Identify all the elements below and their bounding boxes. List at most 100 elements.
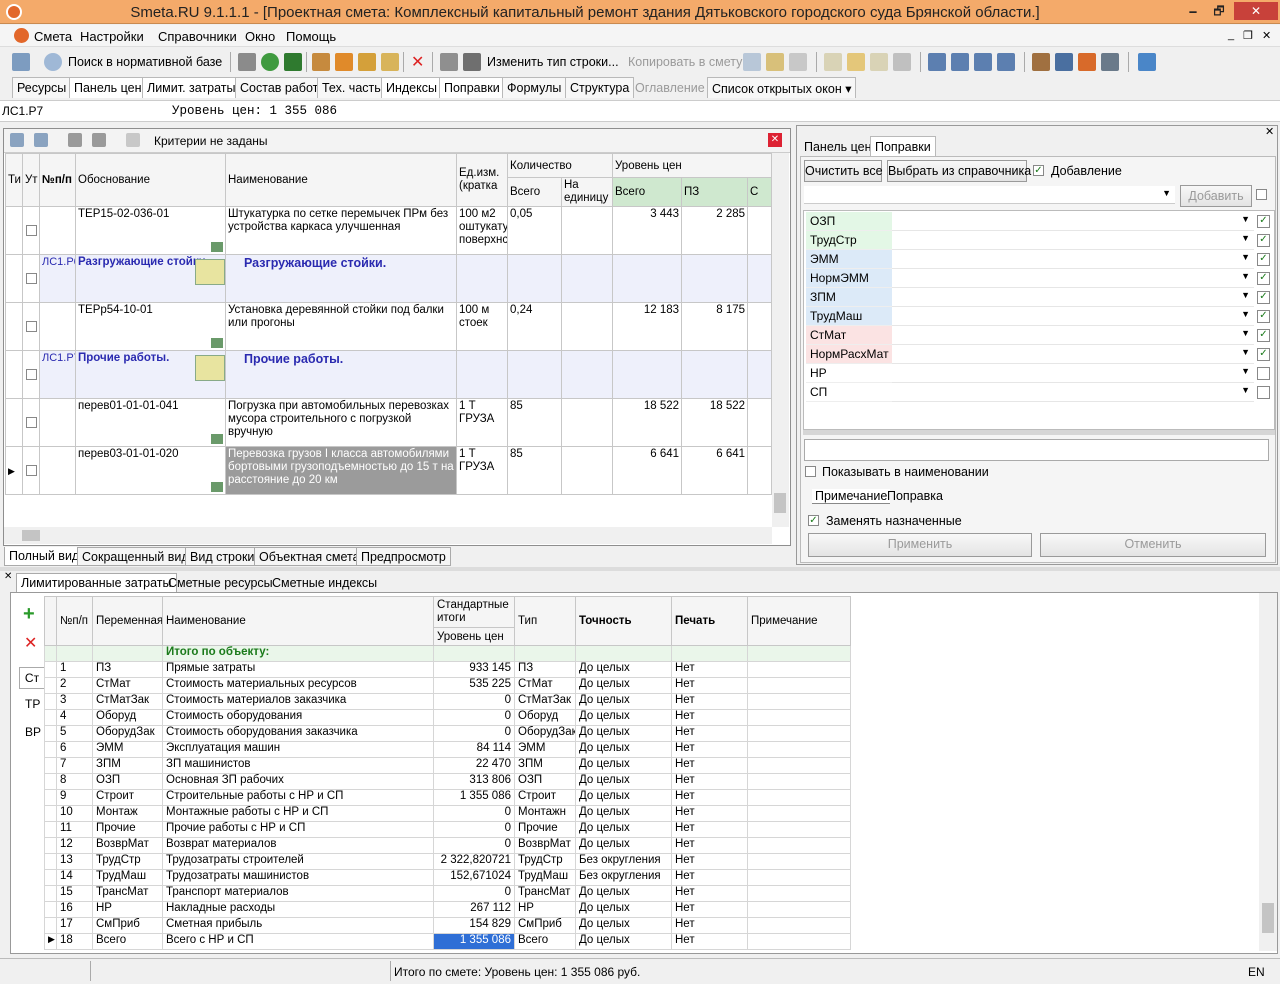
- tab-structure[interactable]: Структура: [565, 77, 635, 98]
- lc-value[interactable]: 535 225: [433, 677, 515, 694]
- correction-checkbox[interactable]: [1257, 272, 1270, 285]
- close-window-icon[interactable]: ✕: [1234, 2, 1278, 20]
- lc-value[interactable]: 2 322,820721: [433, 853, 515, 870]
- col-pz[interactable]: ПЗ: [681, 177, 749, 207]
- tab-formulas[interactable]: Формулы: [502, 77, 567, 98]
- section-row[interactable]: ЛС1.Р6Разгружающие стойки.Разгружающие с…: [5, 254, 773, 303]
- limited-cost-row[interactable]: 5 ОборудЗак Стоимость оборудования заказчи…: [44, 725, 851, 742]
- limited-cost-row[interactable]: 4 Оборуд Стоимость оборудования 0 Оборуд До ц…: [44, 709, 851, 726]
- limited-cost-row[interactable]: 2 СтМат Стоимость материальных ресурсов 535…: [44, 677, 851, 694]
- row-checkbox[interactable]: [25, 368, 37, 380]
- correction-value-select[interactable]: ▼: [892, 231, 1254, 250]
- tree-icon[interactable]: [12, 53, 30, 71]
- bottom-vscrollbar[interactable]: [1259, 593, 1277, 951]
- correction-checkbox[interactable]: [1257, 329, 1270, 342]
- filter-icon[interactable]: [126, 133, 140, 147]
- move-up-icon[interactable]: [68, 133, 82, 147]
- lc-value[interactable]: 84 114: [433, 741, 515, 758]
- limited-cost-row[interactable]: 13 ТрудСтр Трудозатраты строителей 2 322,82…: [44, 853, 851, 870]
- tool-icon-1[interactable]: [312, 53, 330, 71]
- limited-cost-row[interactable]: 1 ПЗ Прямые затраты 933 145 ПЗ До целых Нет: [44, 661, 851, 678]
- bottom-tab-resources[interactable]: Сметные ресурсы: [164, 574, 277, 593]
- mdi-close-icon[interactable]: ✕: [1262, 29, 1271, 42]
- indent-icon-2[interactable]: [951, 53, 969, 71]
- correction-checkbox[interactable]: [1257, 348, 1270, 361]
- correction-checkbox[interactable]: [1257, 215, 1270, 228]
- change-row-type-button[interactable]: Изменить тип строки...: [487, 55, 619, 69]
- lc-value[interactable]: 22 470: [433, 757, 515, 774]
- lc-value[interactable]: 0: [433, 709, 515, 726]
- col-level[interactable]: Уровень цен: [612, 153, 773, 178]
- copy-icon[interactable]: [743, 53, 761, 71]
- section-row[interactable]: ЛС1.Р7Прочие работы.Прочие работы.: [5, 350, 773, 399]
- horizontal-scrollbar[interactable]: [4, 527, 772, 544]
- hammer-icon[interactable]: [1032, 53, 1050, 71]
- correction-checkbox[interactable]: [1257, 386, 1270, 399]
- lc-col-type[interactable]: Тип: [514, 596, 576, 646]
- lc-col-note[interactable]: Примечание: [747, 596, 851, 646]
- limited-cost-row[interactable]: 6 ЭММ Эксплуатация машин 84 114 ЭММ До целых Н…: [44, 741, 851, 758]
- add-row-icon[interactable]: +: [23, 603, 35, 626]
- lc-col-print[interactable]: Печать: [671, 596, 748, 646]
- paste-icon[interactable]: [766, 53, 784, 71]
- tab-tech-part[interactable]: Тех. часть: [317, 77, 386, 98]
- limited-cost-row[interactable]: 14 ТрудМаш Трудозатраты машинистов 152,6710…: [44, 869, 851, 886]
- group-row[interactable]: Итого по объекту:: [44, 645, 851, 662]
- tab-indexes[interactable]: Индексы: [381, 77, 442, 98]
- correction-checkbox[interactable]: [1257, 253, 1270, 266]
- row-checkbox[interactable]: [25, 272, 37, 284]
- refresh-icon[interactable]: [261, 53, 279, 71]
- tab-note[interactable]: Примечание: [812, 489, 891, 504]
- side-tab-st[interactable]: Ст: [19, 667, 45, 689]
- clear-all-button[interactable]: Очистить все: [804, 160, 883, 182]
- correction-select[interactable]: ▼: [804, 186, 1175, 204]
- addition-checkbox[interactable]: [1033, 165, 1044, 176]
- estimate-row[interactable]: ТЕРр54-10-01 Установка деревянной стойки …: [5, 302, 773, 351]
- row-checkbox[interactable]: [25, 464, 37, 476]
- tool-icon-3[interactable]: [358, 53, 376, 71]
- paste-special-icon[interactable]: [789, 53, 807, 71]
- tab-price-panel[interactable]: Панель цен: [69, 77, 147, 98]
- col-ti[interactable]: Ти: [5, 153, 23, 207]
- corrections-splitter[interactable]: [803, 430, 1275, 435]
- mdi-minimize-icon[interactable]: _: [1228, 29, 1234, 41]
- lc-value[interactable]: 0: [433, 885, 515, 902]
- correction-value-select[interactable]: ▼: [892, 250, 1254, 269]
- note-input[interactable]: [804, 439, 1269, 461]
- delete-row-icon[interactable]: ✕: [24, 633, 37, 653]
- estimate-row[interactable]: перев01-01-01-041 Погрузка при автомобиль…: [5, 398, 773, 447]
- lc-value[interactable]: 0: [433, 693, 515, 710]
- apply-button[interactable]: Применить: [808, 533, 1032, 557]
- truck-icon[interactable]: [1055, 53, 1073, 71]
- bottom-scroll-thumb[interactable]: [1262, 903, 1274, 933]
- minimize-icon[interactable]: 🗕: [1180, 2, 1206, 20]
- col-qty-total[interactable]: Всего: [507, 177, 562, 207]
- p-icon-4[interactable]: [893, 53, 911, 71]
- correction-value-select[interactable]: ▼: [892, 364, 1254, 383]
- col-qty-unit[interactable]: На единицу: [560, 177, 614, 207]
- limited-cost-row[interactable]: 8 ОЗП Основная ЗП рабочих 313 806 ОЗП До целы…: [44, 773, 851, 790]
- limited-cost-row[interactable]: 7 ЗПМ ЗП машинистов 22 470 ЗПМ До целых Нет: [44, 757, 851, 774]
- lc-value[interactable]: 152,671024: [433, 869, 515, 886]
- search-normative-button[interactable]: Поиск в нормативной базе: [68, 55, 222, 69]
- indent-icon-3[interactable]: [974, 53, 992, 71]
- correction-value-select[interactable]: ▼: [892, 307, 1254, 326]
- bottom-tab-indexes[interactable]: Сметные индексы: [268, 574, 381, 593]
- tab-corrections[interactable]: Поправки: [439, 77, 505, 98]
- lc-col-np[interactable]: №п/п: [56, 596, 93, 646]
- menu-smeta[interactable]: Смета: [34, 29, 72, 44]
- indent-icon-4[interactable]: [997, 53, 1015, 71]
- add-checkbox[interactable]: [1256, 189, 1267, 200]
- limited-cost-row[interactable]: 17 СмПриб Сметная прибыль 154 829 СмПриб До ц…: [44, 917, 851, 934]
- lc-value[interactable]: 154 829: [433, 917, 515, 934]
- save-icon[interactable]: [238, 53, 256, 71]
- choose-from-reference-button[interactable]: Выбрать из справочника: [887, 160, 1031, 182]
- p-icon-1[interactable]: [824, 53, 842, 71]
- correction-value-select[interactable]: ▼: [892, 288, 1254, 307]
- correction-checkbox[interactable]: [1257, 310, 1270, 323]
- lc-value[interactable]: 1 355 086: [433, 933, 515, 950]
- limited-cost-row[interactable]: 10 Монтаж Монтажные работы с НР и СП 0 Монта…: [44, 805, 851, 822]
- side-tab-vr[interactable]: ВР: [25, 725, 41, 739]
- col-more[interactable]: С: [747, 177, 773, 207]
- tab-limited-costs[interactable]: Лимит. затраты: [142, 77, 241, 98]
